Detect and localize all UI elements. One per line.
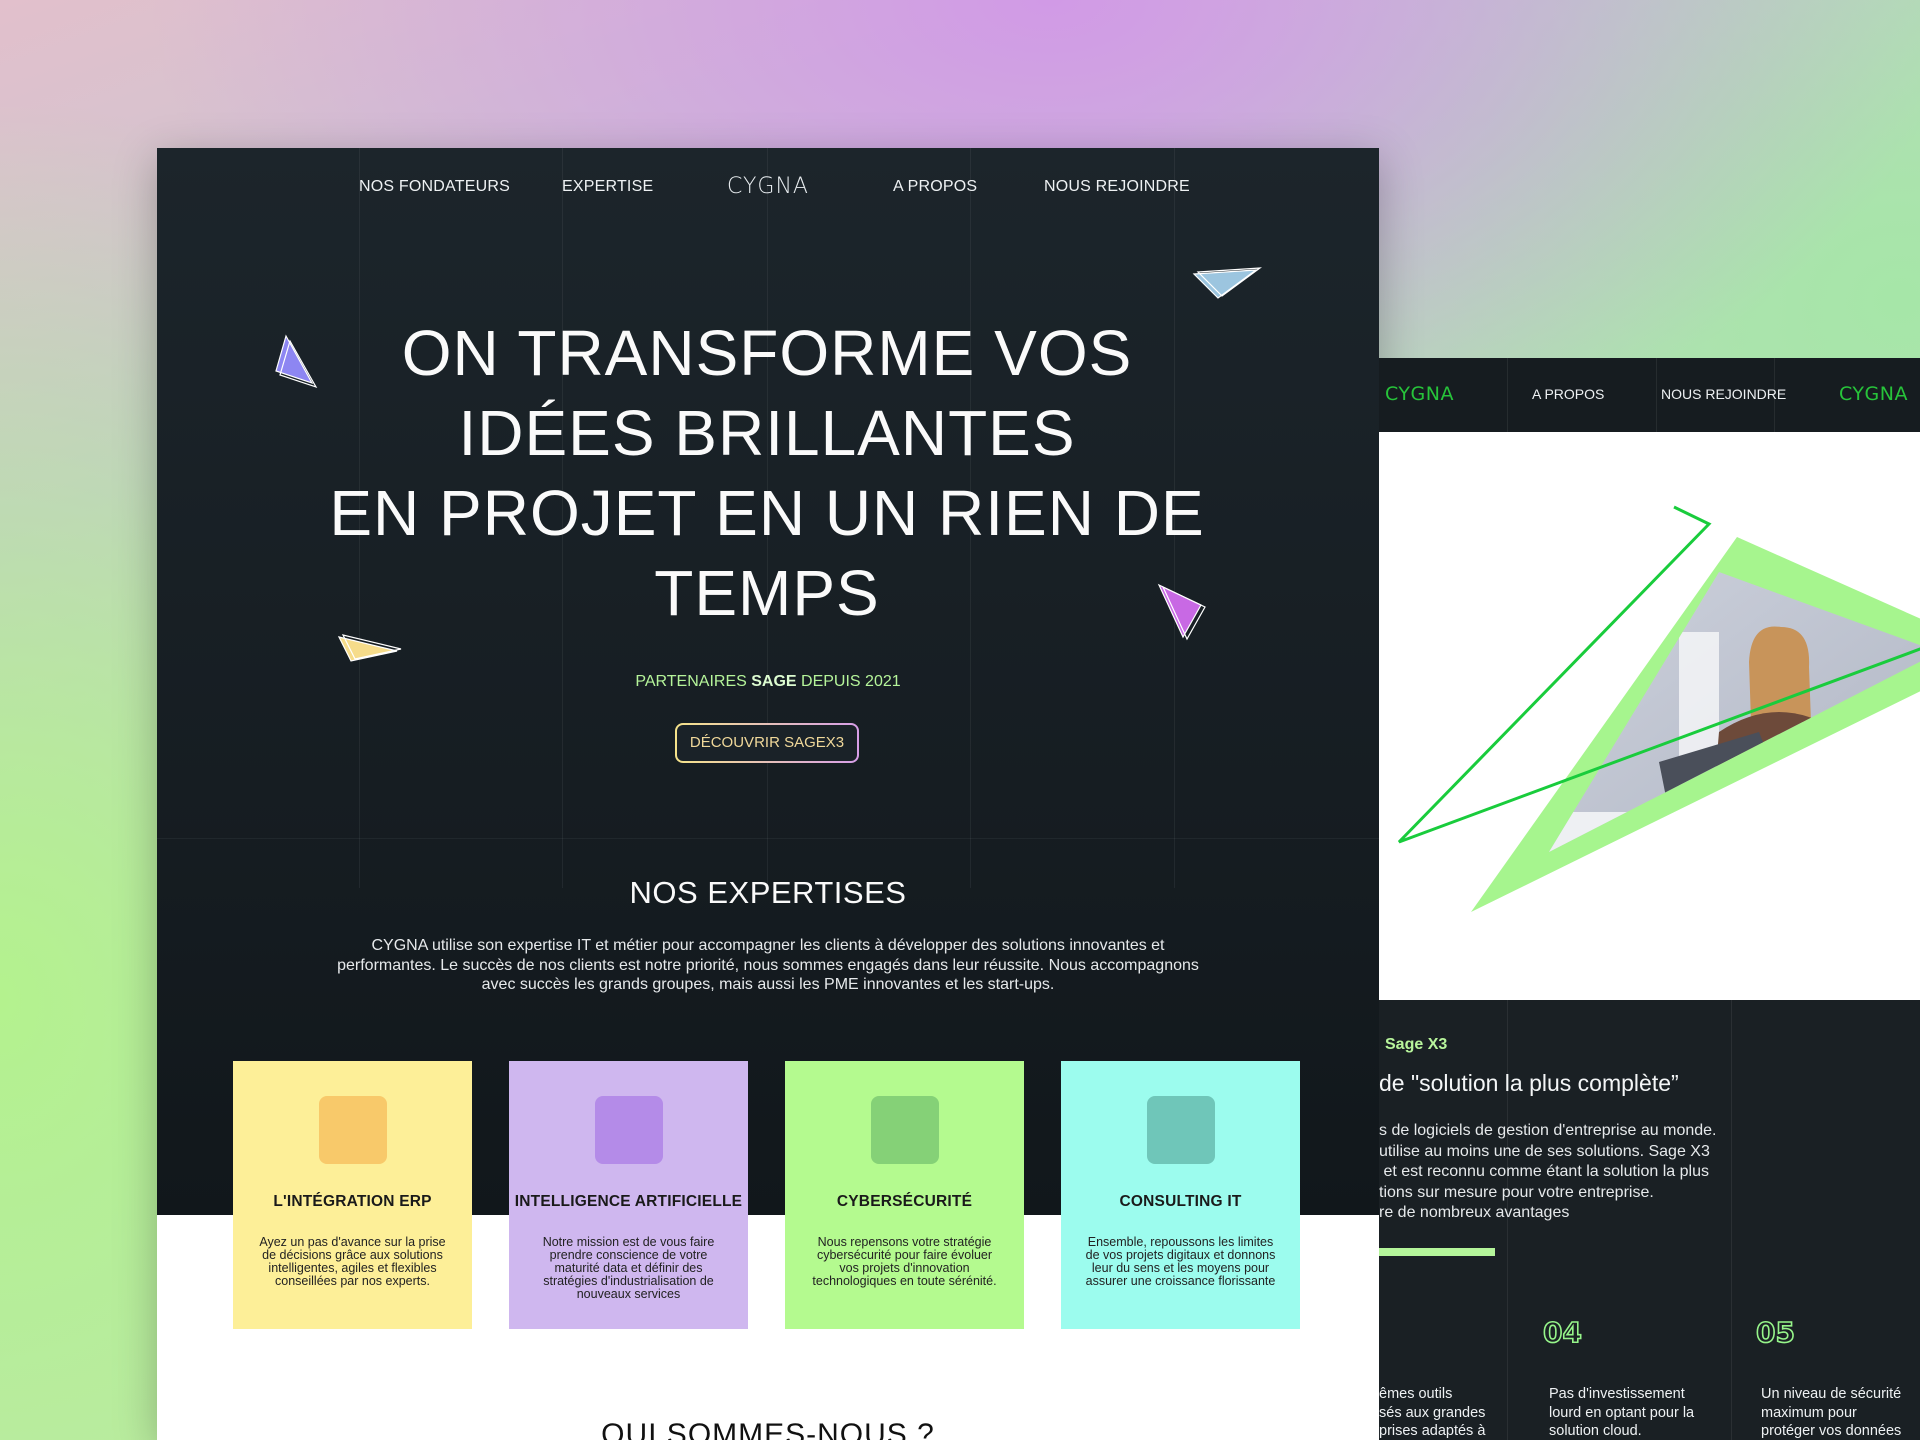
- card-icon: [871, 1096, 939, 1164]
- section-description: s de logiciels de gestion d'entreprise a…: [1379, 1122, 1717, 1221]
- discover-sagex3-button[interactable]: DÉCOUVRIR SAGEX3: [675, 723, 859, 763]
- card-icon: [595, 1096, 663, 1164]
- section-heading: de "solution la plus complète”: [1379, 1070, 1679, 1096]
- card-consulting-it[interactable]: CONSULTING IT Ensemble, repoussons les l…: [1061, 1061, 1300, 1329]
- section-kicker: Sage X3: [1385, 1036, 1448, 1053]
- logo[interactable]: CYGNA: [1839, 383, 1908, 405]
- card-icon: [1147, 1096, 1215, 1164]
- card-intelligence-artificielle[interactable]: INTELLIGENCE ARTIFICIELLE Notre mission …: [509, 1061, 748, 1329]
- nav-item-expertise[interactable]: EXPERTISE: [562, 178, 653, 196]
- grid-line: [1774, 358, 1775, 432]
- partner-text: PARTENAIRES: [635, 673, 752, 690]
- nav-item-rejoindre[interactable]: NOUS REJOINDRE: [1044, 178, 1190, 196]
- partner-tagline: PARTENAIRES SAGE DEPUIS 2021: [157, 673, 1379, 691]
- card-integration-erp[interactable]: L'INTÉGRATION ERP Ayez un pas d'avance s…: [233, 1061, 472, 1329]
- feature-text: Pas d'investissement lourd en optant pou…: [1549, 1386, 1695, 1439]
- feature-number: 05: [1755, 1315, 1796, 1350]
- card-cybersecurite[interactable]: CYBERSÉCURITÉ Nous repensons votre strat…: [785, 1061, 1024, 1329]
- hero-title: ON TRANSFORME VOS IDÉES BRILLANTES EN PR…: [307, 313, 1227, 633]
- card-title: INTELLIGENCE ARTIFICIELLE: [514, 1193, 743, 1210]
- feature-text: êmes outils sés aux grandes prises adapt…: [1379, 1386, 1486, 1439]
- main-page-frame: NOS FONDATEURS EXPERTISE CYGNA A PROPOS …: [157, 148, 1379, 1440]
- triangle-decoration-yellow: [337, 634, 402, 662]
- hero-title-line: TEMPS: [654, 557, 880, 629]
- feature-text: Un niveau de sécurité maximum pour proté…: [1761, 1386, 1902, 1439]
- card-description: Nous repensons votre stratégie cybersécu…: [812, 1235, 997, 1288]
- accent-bar: [1379, 1248, 1495, 1256]
- logo[interactable]: CYGNA: [727, 174, 809, 199]
- card-description: Ayez un pas d'avance sur la prise de déc…: [259, 1235, 446, 1288]
- nav-item-a-propos[interactable]: A PROPOS: [1532, 386, 1604, 402]
- hero-title-line: EN PROJET EN UN RIEN DE: [329, 477, 1205, 549]
- main-nav: NOS FONDATEURS EXPERTISE CYGNA A PROPOS …: [157, 174, 1379, 218]
- expertises-title: NOS EXPERTISES: [629, 875, 907, 910]
- card-icon: [319, 1096, 387, 1164]
- nav-item-a-propos[interactable]: A PROPOS: [893, 178, 977, 196]
- grid-line: [1656, 358, 1657, 432]
- card-title: CONSULTING IT: [1119, 1193, 1242, 1210]
- card-title: CYBERSÉCURITÉ: [836, 1193, 973, 1210]
- section-divider: [157, 838, 1379, 839]
- triangle-photo-frame: [1397, 505, 1920, 912]
- card-description: Notre mission est de vous faire prendre …: [542, 1235, 715, 1301]
- nav-item-rejoindre[interactable]: NOUS REJOINDRE: [1661, 386, 1786, 402]
- hero-section: NOS FONDATEURS EXPERTISE CYGNA A PROPOS …: [157, 148, 1379, 1215]
- card-title: L'INTÉGRATION ERP: [273, 1193, 432, 1210]
- nav-item-fondateurs[interactable]: NOS FONDATEURS: [359, 178, 510, 196]
- feature-number: 04: [1542, 1315, 1583, 1350]
- partner-text: DEPUIS 2021: [796, 673, 901, 690]
- partner-brand: SAGE: [751, 673, 797, 690]
- secondary-nav: CYGNA A PROPOS NOUS REJOINDRE CYGNA: [1379, 358, 1920, 432]
- grid-line: [1507, 358, 1508, 432]
- expertises-description: CYGNA utilise son expertise IT et métier…: [337, 937, 1199, 993]
- logo[interactable]: CYGNA: [1385, 383, 1454, 405]
- triangle-decoration-blue: [1192, 267, 1262, 299]
- secondary-page-frame: CYGNA A PROPOS NOUS REJOINDRE CYGNA Sage…: [1379, 358, 1920, 1440]
- card-description: Ensemble, repoussons les limites de vos …: [1085, 1235, 1276, 1288]
- hero-title-line: ON TRANSFORME VOS: [401, 317, 1133, 389]
- about-title: QUI SOMMES-NOUS ?: [601, 1418, 935, 1440]
- photo-section: [1379, 432, 1920, 1000]
- hero-title-line: IDÉES BRILLANTES: [458, 397, 1076, 469]
